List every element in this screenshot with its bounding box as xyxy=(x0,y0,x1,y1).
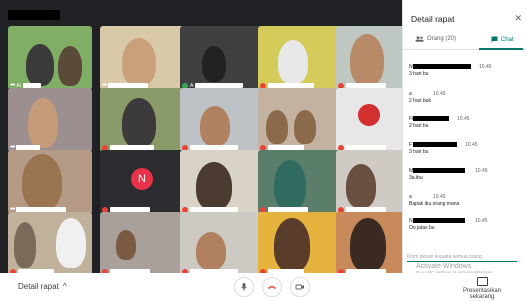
tab-people[interactable]: Orang (20) xyxy=(415,36,456,42)
video-tile[interactable] xyxy=(180,212,264,276)
panel-tabs: Orang (20) Chat xyxy=(403,34,526,50)
active-tab-indicator xyxy=(479,48,523,50)
meet-window: ••• Ai ••• A ••• ••• N Detail rapat ✕ Or… xyxy=(0,0,526,301)
video-tile[interactable] xyxy=(8,212,92,276)
meeting-details-panel: Detail rapat ✕ Orang (20) Chat N 10.45 3… xyxy=(402,0,526,273)
video-tile[interactable]: ••• xyxy=(100,26,184,90)
video-tile[interactable] xyxy=(258,212,342,276)
camera-button[interactable] xyxy=(290,277,310,297)
video-tile[interactable] xyxy=(180,88,264,152)
meeting-details-label: Detail rapat xyxy=(18,282,59,291)
avatar: N xyxy=(131,168,153,190)
end-call-icon xyxy=(268,286,276,289)
meeting-details-button[interactable]: Detail rapat ^ xyxy=(18,282,67,291)
video-tile[interactable] xyxy=(100,88,184,152)
microphone-button[interactable] xyxy=(234,277,254,297)
video-tile[interactable] xyxy=(180,150,264,214)
tab-chat-label: Chat xyxy=(501,36,514,43)
panel-title: Detail rapat xyxy=(411,14,455,24)
video-tile[interactable] xyxy=(258,26,342,90)
present-now-button[interactable]: Presentasikan sekarang xyxy=(452,277,512,300)
close-icon[interactable]: ✕ xyxy=(514,13,522,24)
video-tile[interactable]: ••• Ai xyxy=(8,26,92,90)
video-tile[interactable] xyxy=(258,150,342,214)
name-redaction xyxy=(413,142,457,147)
chat-icon xyxy=(491,36,498,43)
video-tile[interactable]: ••• xyxy=(8,88,92,152)
people-icon xyxy=(415,36,424,42)
tab-chat[interactable]: Chat xyxy=(491,36,514,43)
camera-icon xyxy=(295,284,304,290)
video-tile[interactable] xyxy=(100,212,184,276)
chevron-up-icon: ^ xyxy=(62,282,67,291)
present-icon xyxy=(476,277,488,286)
present-label: Presentasikan sekarang xyxy=(462,288,502,300)
name-redaction xyxy=(413,116,449,121)
name-redaction xyxy=(413,168,465,173)
name-redaction xyxy=(413,218,465,223)
video-tile[interactable]: ••• xyxy=(8,150,92,214)
video-grid: ••• Ai ••• A ••• ••• N xyxy=(0,0,420,276)
leave-call-button[interactable] xyxy=(262,277,282,297)
microphone-icon xyxy=(241,283,247,291)
video-tile[interactable] xyxy=(258,88,342,152)
bottom-toolbar: Detail rapat ^ Presentasikan sekarang xyxy=(0,273,526,301)
video-tile[interactable]: A xyxy=(180,26,264,90)
tab-people-label: Orang (20) xyxy=(427,36,457,42)
chat-input[interactable]: Kirim pesan kepada semua orang xyxy=(407,252,517,262)
name-redaction xyxy=(413,64,471,69)
redacted-title xyxy=(8,10,60,20)
video-tile[interactable]: N xyxy=(100,150,184,214)
